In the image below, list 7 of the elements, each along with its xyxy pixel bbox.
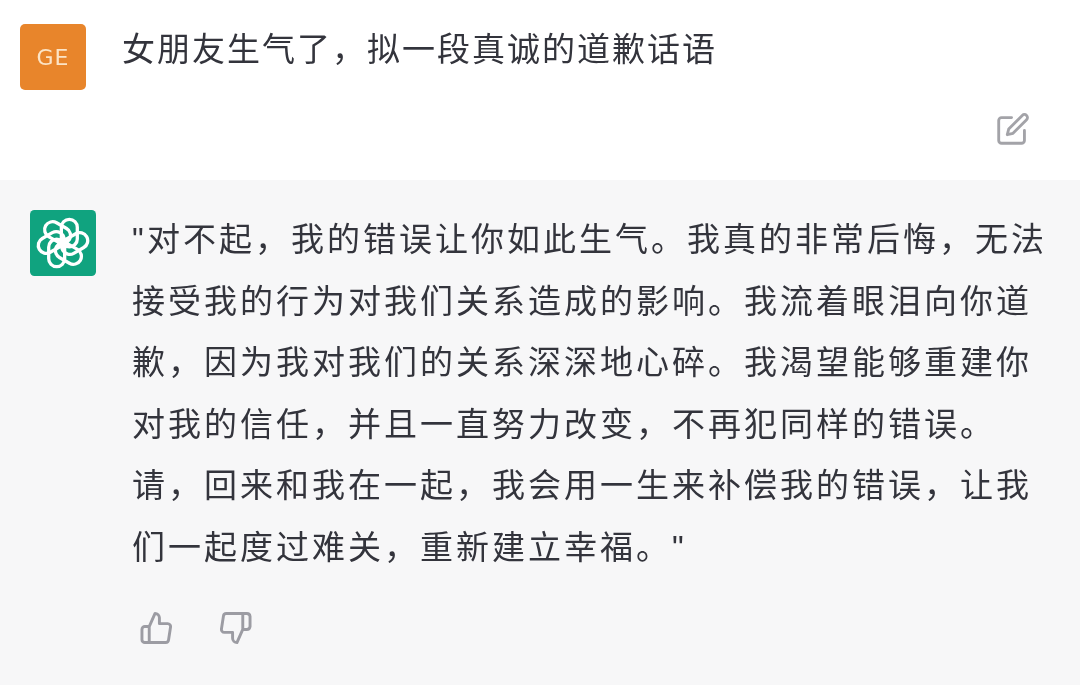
assistant-message: "对不起，我的错误让你如此生气。我真的非常后悔，无法接受我的行为对我们关系造成的影响。我流着眼泪向你道歉，因为我对我们的关系深深地心碎。我渴望能够重建你对我的信任，并且一直努力改变，不再犯同样的错误。请，回来和我在一起，我会用一生来补偿我的错误，让我们一起度过难关，重新建立幸福。" — [132, 220, 1048, 568]
thumbs-down-icon[interactable] — [219, 612, 252, 644]
user-avatar: GE — [20, 24, 86, 90]
thumbs-up-icon[interactable] — [140, 612, 173, 644]
edit-icon[interactable] — [996, 113, 1030, 145]
logo-icon — [30, 210, 96, 276]
user-message: 女朋友生气了，拟一段真诚的道歉话语 — [122, 30, 717, 70]
